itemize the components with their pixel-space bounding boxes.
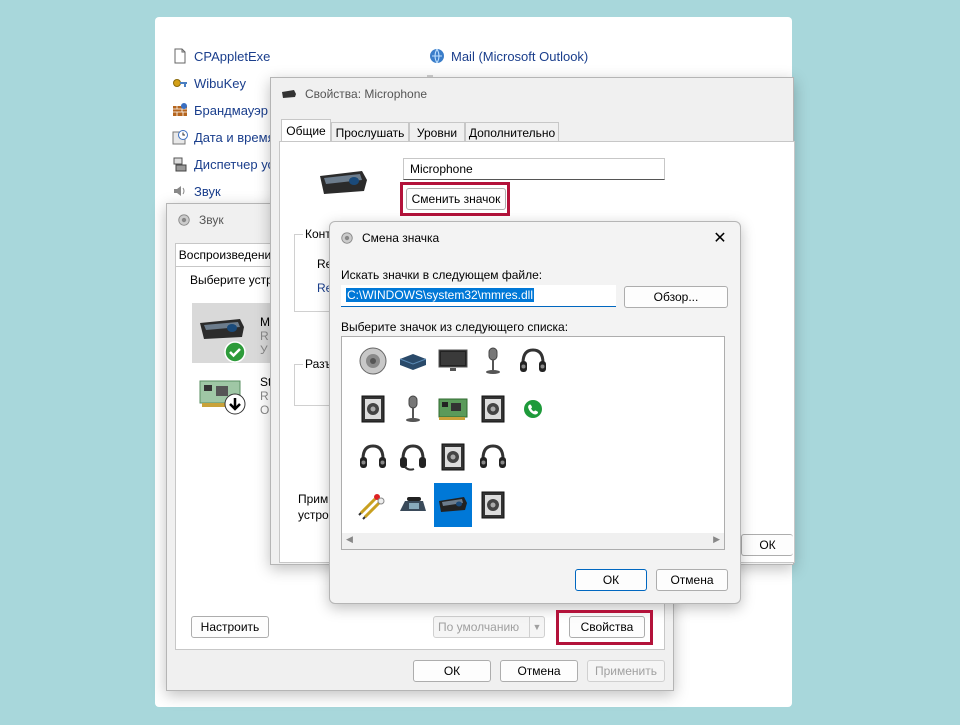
icon-option-2-0[interactable] (354, 435, 392, 479)
speaker-round-icon (359, 347, 387, 375)
document-icon (174, 48, 186, 64)
cp-item-firewall[interactable]: Брандмауэр З (172, 101, 279, 119)
cp-item-device-manager[interactable]: Диспетчер ус (172, 155, 274, 173)
scroll-right-icon[interactable]: ▶ (713, 534, 720, 545)
microphone-stand-icon (486, 347, 500, 374)
mail-icon (430, 48, 444, 64)
properties-tabs: Общие Прослушать Уровни Дополнительно (281, 119, 581, 142)
icon-list[interactable]: ◀ ▶ (341, 336, 725, 550)
headset-icon (400, 444, 426, 471)
rca-cables-icon (358, 494, 385, 520)
tab-general[interactable]: Общие (281, 119, 331, 142)
cp-item-mail[interactable]: Mail (Microsoft Outlook) (429, 47, 588, 65)
headphones-icon (480, 444, 506, 468)
sound-instruction: Выберите устр (190, 273, 273, 287)
icon-option-0-4[interactable] (514, 339, 552, 383)
speaker-icon (174, 186, 185, 196)
properties-titlebar: Свойства: Microphone (271, 78, 793, 110)
icon-file-input[interactable]: C:\WINDOWS\system32\mmres.dll (341, 285, 616, 307)
set-default-button[interactable]: По умолчанию ▼ (433, 616, 545, 638)
icon-option-3-1[interactable] (394, 483, 432, 527)
close-icon[interactable]: ✕ (710, 228, 730, 248)
phone-green-icon (524, 400, 542, 418)
speaker-icon (178, 214, 190, 226)
icon-option-3-0[interactable] (354, 483, 392, 527)
icon-option-1-2[interactable] (434, 387, 472, 431)
desk-phone-icon (400, 497, 426, 511)
sound-cancel-button[interactable]: Отмена (500, 660, 578, 682)
change-icon-ok-button[interactable]: ОК (575, 569, 647, 591)
firewall-icon (173, 103, 187, 116)
icon-option-3-3[interactable] (474, 483, 512, 527)
speaker-box-icon (361, 395, 385, 423)
change-icon-dialog: Смена значка ✕ Искать значки в следующем… (329, 221, 741, 604)
cp-item-cpappletexe[interactable]: CPAppletExe (172, 47, 270, 65)
speaker-box-icon (481, 491, 505, 519)
device-manager-icon (173, 157, 187, 172)
download-arrow-icon (224, 393, 246, 415)
change-icon-titlebar: Смена значка (330, 222, 740, 254)
icon-option-3-2[interactable] (434, 483, 472, 527)
icon-option-1-1[interactable] (394, 387, 432, 431)
key-icon (173, 79, 187, 87)
speaker-box-icon (441, 443, 465, 471)
properties-ok-button[interactable]: ОК (741, 534, 793, 556)
icon-option-1-4[interactable] (514, 387, 552, 431)
horizontal-scrollbar[interactable]: ◀ ▶ (342, 533, 724, 549)
webcam-microphone-icon (282, 90, 296, 98)
tab-levels[interactable]: Уровни (409, 122, 465, 142)
icon-option-2-2[interactable] (434, 435, 472, 479)
headphones-icon (360, 444, 386, 468)
icon-option-1-0[interactable] (354, 387, 392, 431)
webcam-microphone-icon (439, 497, 467, 512)
cp-item-sound[interactable]: Звук (172, 182, 221, 200)
tab-listen[interactable]: Прослушать (331, 122, 409, 142)
speaker-icon (341, 232, 353, 244)
icon-option-0-3[interactable] (474, 339, 512, 383)
chevron-down-icon: ▼ (529, 617, 544, 637)
webcam-microphone-icon (320, 171, 367, 194)
tab-advanced[interactable]: Дополнительно (465, 122, 559, 142)
cp-item-datetime[interactable]: Дата и время (172, 128, 275, 146)
change-icon-highlight (400, 182, 510, 216)
icon-option-0-1[interactable] (394, 339, 432, 383)
receiver-box-icon (399, 354, 427, 370)
icon-option-1-3[interactable] (474, 387, 512, 431)
icon-option-2-3[interactable] (474, 435, 512, 479)
properties-highlight (556, 610, 653, 645)
browse-button[interactable]: Обзор... (624, 286, 728, 308)
icon-option-2-1[interactable] (394, 435, 432, 479)
microphone-stand-icon (406, 395, 420, 422)
speaker-box-icon (481, 395, 505, 423)
monitor-icon (438, 349, 468, 371)
cp-item-wibukey[interactable]: WibuKey (172, 74, 246, 92)
change-icon-cancel-button[interactable]: Отмена (656, 569, 728, 591)
icon-option-0-2[interactable] (434, 339, 472, 383)
checkmark-icon (224, 341, 246, 363)
configure-button[interactable]: Настроить (191, 616, 269, 638)
clock-icon (172, 130, 188, 145)
search-file-label: Искать значки в следующем файле: (341, 268, 543, 282)
icon-list-label: Выберите значок из следующего списка: (341, 320, 569, 334)
headphones-icon (520, 348, 546, 372)
sound-card-icon (438, 398, 468, 420)
scroll-left-icon[interactable]: ◀ (346, 534, 353, 545)
sound-ok-button[interactable]: ОК (413, 660, 491, 682)
device-name-input[interactable]: Microphone (403, 158, 665, 180)
sound-apply-button[interactable]: Применить (587, 660, 665, 682)
icon-grid (342, 337, 724, 529)
tab-playback[interactable]: Воспроизведени (175, 243, 275, 266)
icon-option-0-0[interactable] (354, 339, 392, 383)
